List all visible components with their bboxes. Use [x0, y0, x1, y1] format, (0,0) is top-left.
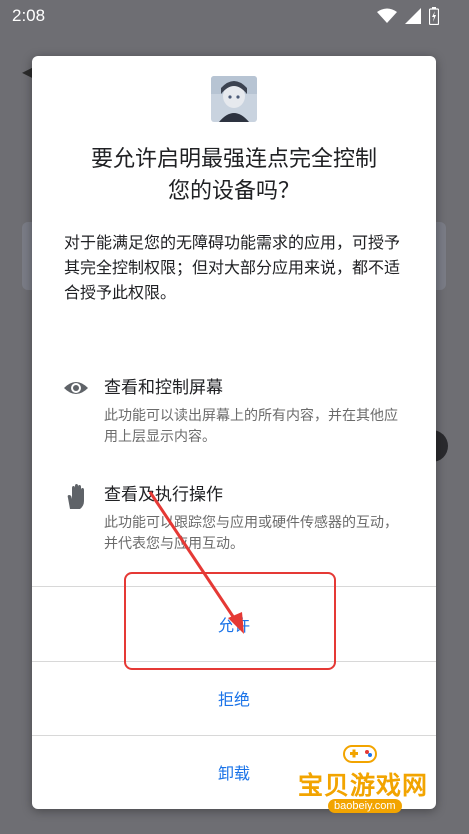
accessibility-permission-dialog: 要允许启明最强连点完全控制 您的设备吗？ 对于能满足您的无障碍功能需求的应用，可…	[32, 56, 436, 809]
battery-icon	[429, 7, 439, 25]
watermark-name: 宝贝游戏网	[298, 771, 429, 800]
background-card-right	[436, 222, 446, 290]
permission-description: 此功能可以跟踪您与应用或硬件传感器的互动，并代表您与应用互动。	[104, 515, 398, 552]
wifi-icon	[377, 8, 397, 23]
watermark-logo: 宝贝游戏网 baobeiy.com	[292, 742, 442, 822]
gamepad-icon	[343, 745, 377, 763]
deny-button[interactable]: 拒绝	[32, 663, 436, 733]
dialog-title: 要允许启明最强连点完全控制 您的设备吗？	[32, 144, 436, 208]
hand-icon	[67, 484, 84, 509]
dialog-description: 对于能满足您的无障碍功能需求的应用，可授予其完全控制权限；但对大部分应用来说，都…	[64, 233, 401, 302]
eye-icon	[64, 382, 88, 394]
allow-button[interactable]: 允许	[32, 589, 436, 659]
app-icon	[211, 76, 257, 122]
watermark-url: baobeiy.com	[328, 799, 402, 813]
status-icons	[377, 7, 439, 25]
dialog-title-line2: 您的设备吗？	[167, 179, 300, 204]
status-time: 2:08	[12, 6, 46, 25]
permission-title: 查看及执行操作	[104, 485, 223, 505]
permission-description: 此功能可以读出屏幕上的所有内容，并在其他应用上层显示内容。	[104, 408, 398, 445]
divider	[32, 661, 436, 662]
dialog-title-line1: 要允许启明最强连点完全控制	[90, 147, 377, 172]
status-bar: 2:08	[0, 0, 469, 34]
permission-title: 查看和控制屏幕	[104, 378, 223, 398]
cellular-signal-icon	[405, 8, 421, 24]
divider	[32, 735, 436, 736]
divider	[32, 586, 436, 587]
